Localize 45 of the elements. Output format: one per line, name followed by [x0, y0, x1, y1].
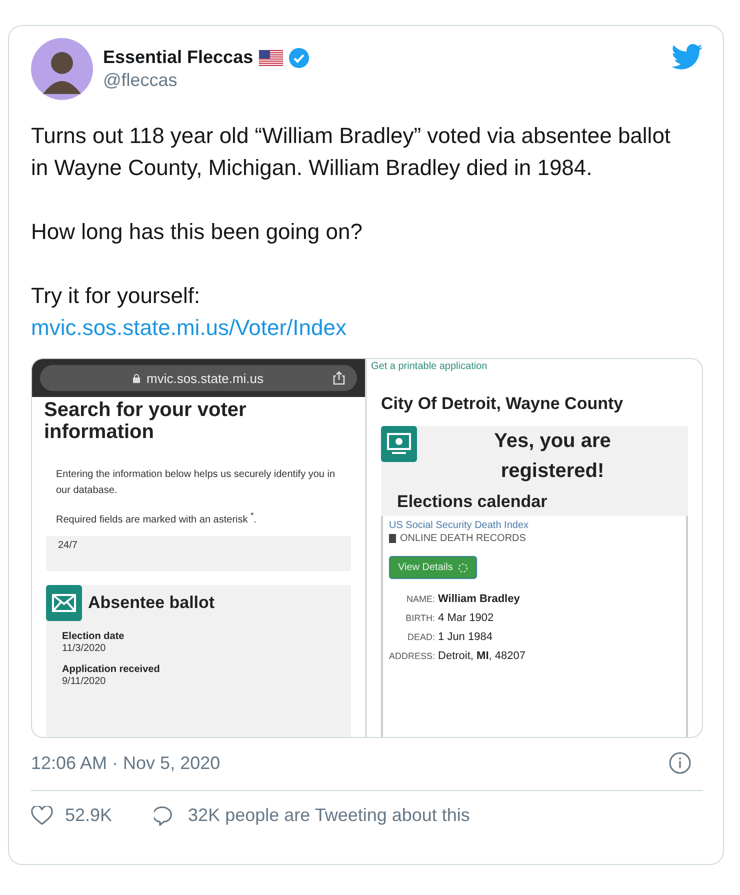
conversation-text[interactable]: 32K people are Tweeting about this: [188, 805, 470, 826]
author-name[interactable]: Essential Fleccas: [103, 47, 254, 68]
record-label: ADDRESS:: [389, 651, 436, 661]
document-icon: [389, 534, 396, 543]
timestamp[interactable]: 12:06 AM · Nov 5, 2020: [31, 752, 220, 774]
page-heading: Search for your voter information: [44, 399, 248, 443]
monitor-icon: [381, 426, 417, 462]
calendar-heading: Elections calendar: [397, 492, 548, 512]
flag-icon: [259, 50, 284, 66]
avatar[interactable]: [31, 38, 93, 100]
author-handle[interactable]: @fleccas: [103, 70, 661, 91]
registered-message: Yes, you are registered!: [493, 429, 612, 484]
field-label: Application received: [62, 664, 161, 676]
heart-icon[interactable]: [31, 806, 53, 826]
bird-logo-icon[interactable]: [671, 44, 703, 70]
city-heading: City Of Detroit, Wayne County: [381, 394, 624, 414]
section-title: Absentee ballot: [88, 593, 215, 614]
record-value: William Bradley: [438, 593, 521, 605]
record-subtitle: ONLINE DEATH RECORDS: [400, 533, 526, 544]
record-label: BIRTH:: [404, 613, 436, 623]
address-bar[interactable]: mvic.sos.state.mi.us: [40, 365, 357, 391]
view-details-button[interactable]: View Details: [389, 556, 477, 579]
like-count: 52.9K: [65, 805, 112, 826]
field-label: Election date: [62, 631, 126, 642]
required-note: Required fields are marked with an asterisk $^{*}$.: [56, 509, 258, 528]
share-icon[interactable]: [333, 371, 345, 385]
record-value: Detroit, MI, 48207: [438, 650, 526, 662]
record-label: NAME:: [406, 594, 436, 604]
tweet-text: How long has this been going on?: [31, 218, 364, 246]
lock-icon: [133, 374, 140, 382]
envelope-icon: [46, 585, 82, 622]
tweet-text: Try it for yourself:: [31, 282, 202, 310]
tweet-text: Turns out 118 year old “William Bradley” voted via absentee ballot in Wayne County, Michigan. William Bradley died in 1984.: [31, 122, 672, 182]
intro-text: Entering the information below helps us securely identify you in our database.: [56, 468, 336, 498]
record-value: 4 Mar 1902: [438, 612, 495, 624]
hours-text: 24/7: [46, 536, 351, 572]
spinner-icon: [458, 562, 468, 572]
printable-link[interactable]: Get a printable application: [371, 361, 698, 372]
record-title: US Social Security Death Index: [389, 520, 530, 531]
info-icon[interactable]: [669, 752, 691, 774]
field-value: 9/11/2020: [62, 676, 107, 688]
field-value: 11/3/2020: [62, 643, 107, 654]
tweet-link[interactable]: mvic.sos.state.mi.us/Voter/Index: [31, 315, 346, 340]
record-value: 1 Jun 1984: [438, 631, 494, 643]
record-label: DEAD:: [406, 632, 436, 642]
